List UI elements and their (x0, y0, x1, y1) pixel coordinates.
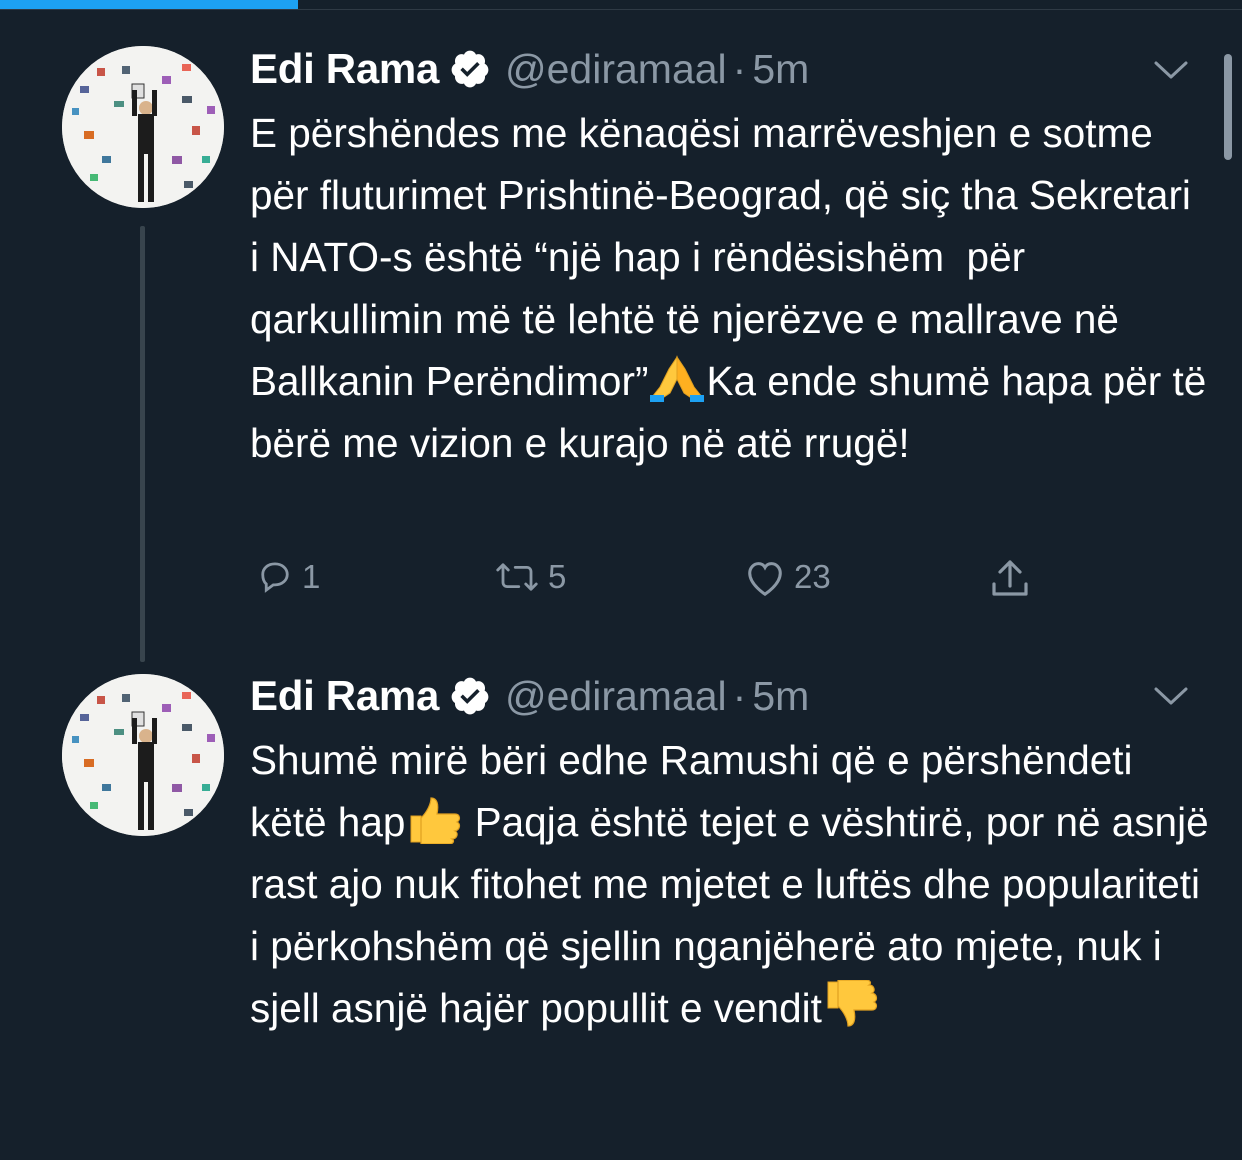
top-bar (0, 0, 1242, 10)
like-count: 23 (794, 558, 831, 595)
tweet-header: Edi Rama @ediramaal · 5m (250, 671, 809, 721)
reply-icon (261, 562, 289, 593)
avatar[interactable] (62, 46, 224, 208)
chevron-down-icon[interactable] (1152, 684, 1190, 708)
timestamp[interactable]: 5m (752, 46, 809, 93)
like-button[interactable]: 23 (742, 556, 831, 598)
folded-hands-emoji-icon (650, 355, 705, 402)
heart-icon (748, 562, 782, 596)
tweet-header: Edi Rama @ediramaal · 5m (250, 44, 809, 94)
tweet-actions: 1 5 23 (250, 556, 1050, 612)
separator-dot: · (732, 45, 747, 92)
chevron-down-icon[interactable] (1152, 58, 1190, 82)
avatar-image (62, 46, 224, 208)
share-icon (992, 560, 1028, 596)
author-handle[interactable]: @ediramaal (505, 673, 727, 720)
verified-badge-icon (451, 50, 489, 88)
scrollbar[interactable] (1224, 54, 1232, 160)
reply-count: 1 (302, 558, 321, 595)
share-button[interactable] (986, 556, 1034, 604)
retweet-count: 5 (548, 558, 567, 595)
thumbs-down-emoji-icon (827, 980, 877, 1027)
avatar-image (62, 674, 224, 836)
tweet-text: E përshëndes me kënaqësi marrëveshjen e … (250, 102, 1210, 474)
thumbs-up-emoji-icon (410, 797, 461, 844)
thread-connector-line (140, 226, 145, 662)
avatar[interactable] (62, 674, 224, 836)
separator-dot: · (732, 672, 747, 719)
verified-badge-icon (451, 677, 489, 715)
author-name[interactable]: Edi Rama (250, 45, 439, 93)
reply-button[interactable]: 1 (254, 556, 320, 598)
loading-progress-bar (0, 0, 299, 9)
retweet-icon (496, 563, 538, 591)
tweet-text: Shumë mirë bëri edhe Ramushi që e përshë… (250, 729, 1210, 1039)
retweet-button[interactable]: 5 (492, 556, 566, 598)
author-handle[interactable]: @ediramaal (505, 46, 727, 93)
author-name[interactable]: Edi Rama (250, 672, 439, 720)
timestamp[interactable]: 5m (752, 673, 809, 720)
